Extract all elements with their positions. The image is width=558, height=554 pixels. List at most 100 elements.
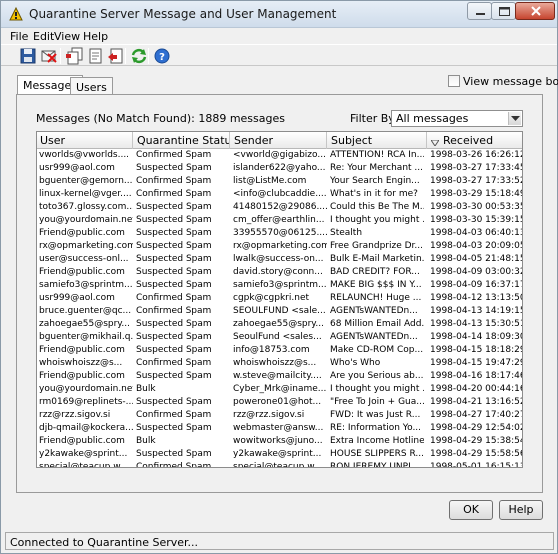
table-cell: Are you Serious ab... xyxy=(330,371,424,381)
main-window: Quarantine Server Message and User Manag… xyxy=(0,0,558,554)
table-cell: whoiswhoiszz@s... xyxy=(233,358,317,368)
column-header-received[interactable]: Received xyxy=(427,132,522,149)
table-row[interactable]: special@teacup.w... Confirmed Spam special… xyxy=(37,461,522,468)
table-cell: Suspected Spam xyxy=(136,449,212,459)
toolbar-separator xyxy=(60,48,61,64)
table-cell: RELAUNCH! Huge ... xyxy=(330,293,422,303)
table-cell: Suspected Spam xyxy=(136,319,212,329)
table-row[interactable]: djb-qmail@kockera... Suspected Spam webmas… xyxy=(37,422,522,435)
table-cell: Free Grandprize Dr... xyxy=(330,241,423,251)
table-cell: 1998-04-13 15:30:51 xyxy=(430,319,522,329)
table-cell: usr999@aol.com xyxy=(39,163,115,173)
table-row[interactable]: y2kawake@sprint... Suspected Spam y2kawake… xyxy=(37,448,522,461)
minimize-button[interactable] xyxy=(467,2,492,20)
table-row[interactable]: rzz@rzz.sigov.si Confirmed Spam rzz@rzz.si… xyxy=(37,409,522,422)
table-row[interactable]: Friend@public.com Suspected Spam 33955570@… xyxy=(37,227,522,240)
table-cell: 1998-04-21 13:16:52 xyxy=(430,397,522,407)
help-button[interactable]: Help xyxy=(499,500,543,520)
table-header: User Quarantine Status Sender Subject Re… xyxy=(37,132,522,149)
table-cell: rzz@rzz.sigov.si xyxy=(233,410,305,420)
table-row[interactable]: usr999@aol.com Suspected Spam islander622@… xyxy=(37,162,522,175)
table-cell: "Free To Join + Gua... xyxy=(330,397,424,407)
table-cell: user@success-onl... xyxy=(39,254,129,264)
table-cell: linux-kernel@vger.... xyxy=(39,189,132,199)
column-header-user[interactable]: User xyxy=(37,132,133,149)
table-cell: RE: Information Yo... xyxy=(330,423,422,433)
column-header-sender[interactable]: Sender xyxy=(231,132,327,149)
close-button[interactable] xyxy=(515,2,555,20)
table-row[interactable]: you@yourdomain.net Suspected Spam cm_offer… xyxy=(37,214,522,227)
table-row[interactable]: Friend@public.com Suspected Spam info@1875… xyxy=(37,344,522,357)
maximize-button[interactable] xyxy=(491,2,516,20)
table-row[interactable]: whoiswhoiszz@s... Confirmed Spam whoiswhoi… xyxy=(37,357,522,370)
menu-edit[interactable]: Edit xyxy=(33,30,54,43)
title-bar[interactable]: Quarantine Server Message and User Manag… xyxy=(1,1,557,28)
save-icon[interactable] xyxy=(18,46,38,66)
table-cell: 1998-03-30 00:53:35 xyxy=(430,202,522,212)
table-cell: <info@clubcaddie.... xyxy=(233,189,327,199)
table-cell: special@teacup.w... xyxy=(233,462,323,468)
table-row[interactable]: you@yourdomain.net Bulk Cyber_Mrk@iname...… xyxy=(37,383,522,396)
table-cell: samiefo3@sprintm... xyxy=(233,280,327,290)
status-bar: Connected to Quarantine Server... xyxy=(5,532,554,550)
ok-button[interactable]: OK xyxy=(449,500,493,520)
table-cell: 1998-04-16 18:17:46 xyxy=(430,371,522,381)
refresh-icon[interactable] xyxy=(129,46,149,66)
menu-view[interactable]: View xyxy=(54,30,80,43)
table-cell: Friend@public.com xyxy=(39,345,125,355)
table-row[interactable]: usr999@aol.com Confirmed Spam cgpk@cgpkri.… xyxy=(37,292,522,305)
reply-icon[interactable] xyxy=(105,46,125,66)
chevron-down-icon[interactable] xyxy=(508,112,521,125)
menu-help[interactable]: Help xyxy=(83,30,108,43)
table-row[interactable]: zahoegae55@spry... Suspected Spam zahoegae… xyxy=(37,318,522,331)
table-row[interactable]: rm0169@replinets-... Suspected Spam powero… xyxy=(37,396,522,409)
view-message-body-label: View message body xyxy=(463,75,558,88)
table-cell: 1998-04-15 19:47:29 xyxy=(430,358,522,368)
table-cell: SeoulFund <sales... xyxy=(233,332,322,342)
view-message-body-checkbox[interactable] xyxy=(448,75,460,87)
table-cell: samiefo3@sprintm... xyxy=(39,280,133,290)
table-cell: Your Search Engin... xyxy=(330,176,420,186)
table-cell: 1998-04-20 00:44:16 xyxy=(430,384,522,394)
table-row[interactable]: vworlds@vworlds.... Confirmed Spam <vworld… xyxy=(37,149,522,162)
sort-descending-icon xyxy=(430,136,440,149)
column-header-received-label: Received xyxy=(443,134,494,147)
table-cell: Suspected Spam xyxy=(136,397,212,407)
table-row[interactable]: bguenter@gemorn... Confirmed Spam list@Lis… xyxy=(37,175,522,188)
table-cell: zahoegae55@spry... xyxy=(233,319,324,329)
table-row[interactable]: toto367.glossy.com... Suspected Spam 41480… xyxy=(37,201,522,214)
table-cell: 1998-04-03 06:40:13 xyxy=(430,228,522,238)
table-cell: FWD: It was Just R... xyxy=(330,410,421,420)
table-row[interactable]: Friend@public.com Suspected Spam david.sto… xyxy=(37,266,522,279)
table-cell: ATTENTION! RCA In... xyxy=(330,150,424,160)
column-header-subject[interactable]: Subject xyxy=(328,132,427,149)
new-message-icon[interactable] xyxy=(85,46,105,66)
menu-file[interactable]: File xyxy=(10,30,28,43)
table-cell: cgpk@cgpkri.net xyxy=(233,293,310,303)
table-cell: 1998-04-09 16:37:17 xyxy=(430,280,522,290)
table-row[interactable]: Friend@public.com Suspected Spam w.steve@m… xyxy=(37,370,522,383)
table-cell: 1998-04-29 12:54:02 xyxy=(430,423,522,433)
table-cell: vworlds@vworlds.... xyxy=(39,150,130,160)
delete-icon[interactable] xyxy=(39,46,59,66)
table-cell: djb-qmail@kockera... xyxy=(39,423,133,433)
table-row[interactable]: bruce.guenter@qc... Confirmed Spam SEOULFU… xyxy=(37,305,522,318)
copy-message-icon[interactable] xyxy=(65,46,85,66)
window-title: Quarantine Server Message and User Manag… xyxy=(29,7,337,21)
table-row[interactable]: samiefo3@sprintm... Suspected Spam samiefo… xyxy=(37,279,522,292)
table-cell: cm_offer@earthlin... xyxy=(233,215,325,225)
app-icon xyxy=(8,6,24,22)
table-cell: I thought you might ... xyxy=(330,215,424,225)
table-row[interactable]: bguenter@mikhail.q... Suspected Spam Seoul… xyxy=(37,331,522,344)
table-row[interactable]: linux-kernel@vger.... Confirmed Spam <info… xyxy=(37,188,522,201)
table-row[interactable]: user@success-onl... Suspected Spam lwalk@s… xyxy=(37,253,522,266)
table-cell: AGENTsWANTEDn... xyxy=(330,306,418,316)
table-cell: webmaster@answ... xyxy=(233,423,324,433)
table-cell: 1998-04-14 18:09:30 xyxy=(430,332,522,342)
filter-select[interactable]: All messages xyxy=(391,110,523,127)
table-row[interactable]: Friend@public.com Bulk wowitworks@juno... E… xyxy=(37,435,522,448)
column-header-quarantine-status[interactable]: Quarantine Status xyxy=(134,132,230,149)
table-row[interactable]: rx@opmarketing.com Suspected Spam rx@opmar… xyxy=(37,240,522,253)
help-icon[interactable]: ? xyxy=(152,46,172,66)
table-cell: y2kawake@sprint... xyxy=(39,449,128,459)
